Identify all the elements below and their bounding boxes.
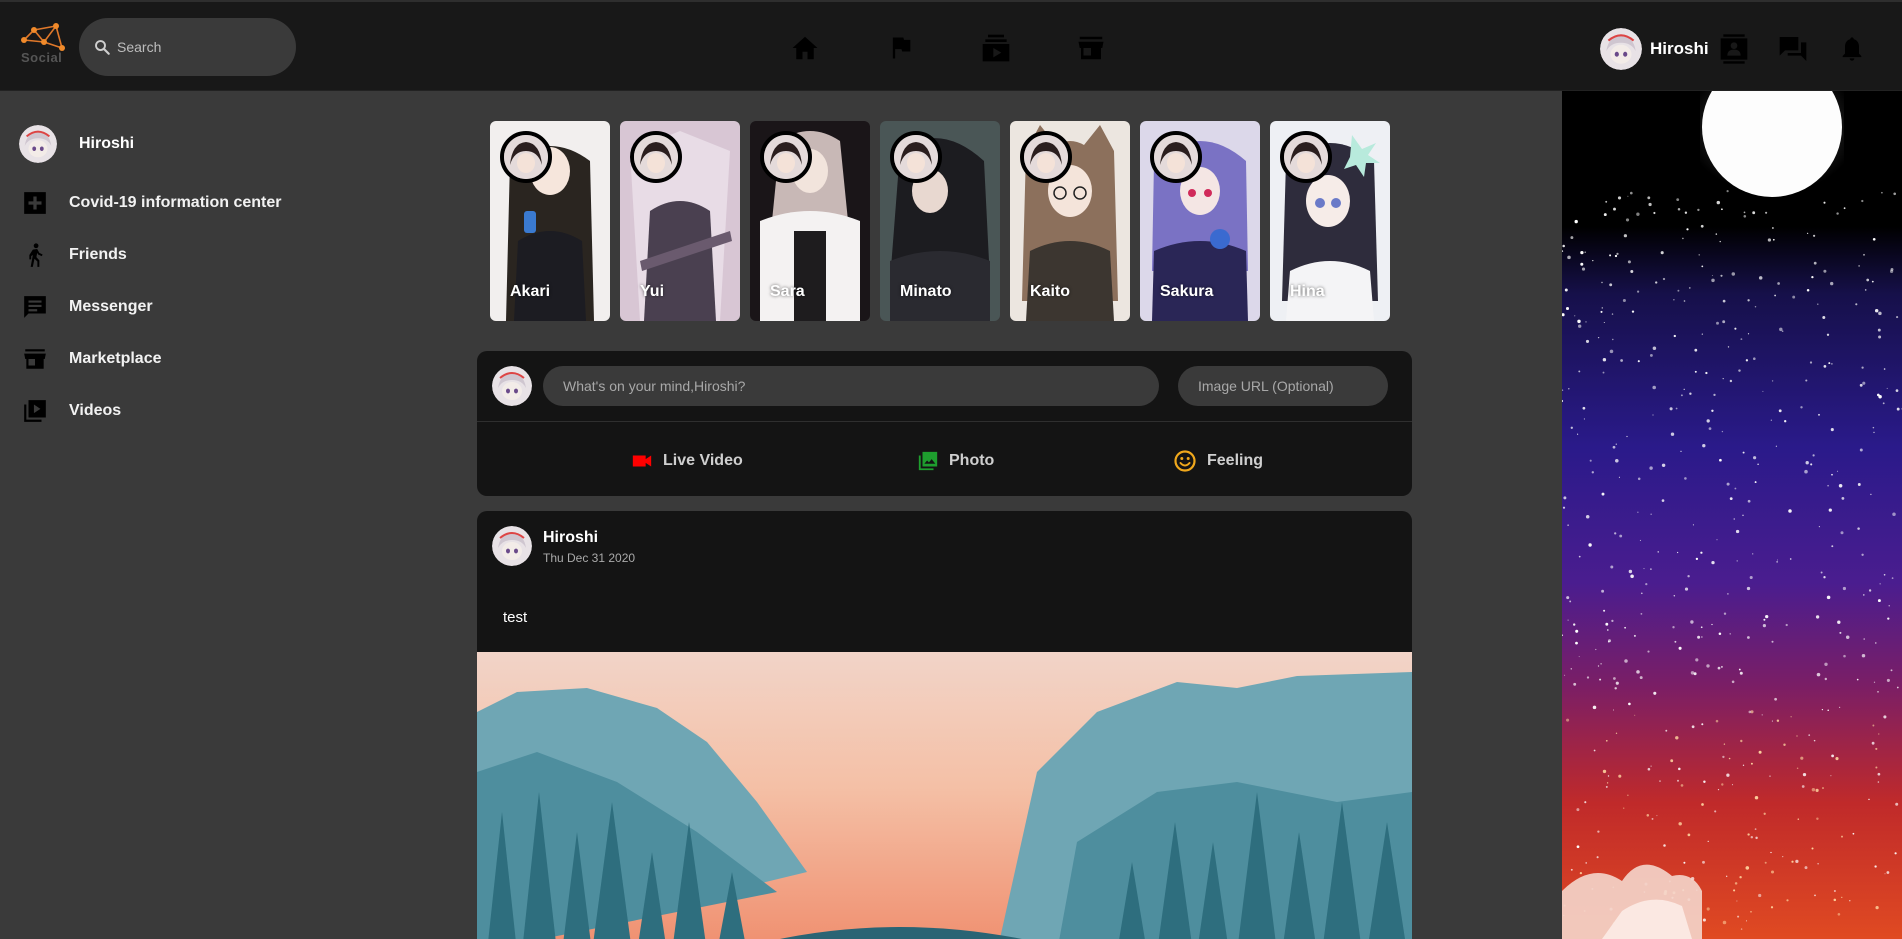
story-card[interactable]: Kaito <box>1010 121 1130 321</box>
storefront-icon <box>21 345 49 373</box>
post-text-input[interactable] <box>543 366 1159 406</box>
story-avatar <box>890 131 942 183</box>
chat-icon <box>1779 37 1807 61</box>
sidebar-item-videos[interactable]: Videos <box>21 396 121 426</box>
avatar <box>1600 28 1642 70</box>
live-video-label: Live Video <box>663 452 743 469</box>
feeling-label: Feeling <box>1207 452 1264 469</box>
story-name: Hina <box>1290 283 1325 300</box>
top-navbar: Social Search Hiroshi <box>0 0 1902 91</box>
story-card[interactable]: Minato <box>880 121 1000 321</box>
story-card[interactable]: Sakura <box>1140 121 1260 321</box>
night-sky-background <box>1562 91 1902 939</box>
chat-icon <box>21 293 49 321</box>
avatar <box>492 366 532 406</box>
story-name: Kaito <box>1030 283 1070 300</box>
search-icon <box>95 40 110 55</box>
nav-home[interactable] <box>787 30 823 66</box>
sidebar-item-marketplace[interactable]: Marketplace <box>21 344 162 374</box>
notifications-button[interactable] <box>1835 32 1869 66</box>
video-library-icon <box>21 397 49 425</box>
sidebar-item-label: Covid-19 information center <box>69 194 282 211</box>
avatar[interactable] <box>492 526 532 566</box>
clouds-layer <box>1562 864 1702 939</box>
sidebar-item-messenger[interactable]: Messenger <box>21 292 153 322</box>
story-card[interactable]: Hina <box>1270 121 1390 321</box>
sidebar-item-profile[interactable]: Hiroshi <box>19 124 134 164</box>
story-avatar <box>1150 131 1202 183</box>
sidebar-item-label: Marketplace <box>69 350 162 367</box>
story-name: Minato <box>900 283 952 300</box>
divider <box>477 421 1412 422</box>
story-card[interactable]: Akari <box>490 121 610 321</box>
person-walking-icon <box>21 241 49 269</box>
post-image <box>477 652 1412 939</box>
sidebar-item-covid[interactable]: Covid-19 information center <box>21 188 281 218</box>
post-author[interactable]: Hiroshi <box>543 529 598 547</box>
storefront-icon <box>1078 36 1104 60</box>
smiley-icon <box>1174 450 1196 472</box>
post-text: test <box>503 609 528 626</box>
story-card[interactable]: Sara <box>750 121 870 321</box>
flag-icon <box>892 37 911 59</box>
search-input[interactable] <box>117 39 277 55</box>
photo-button[interactable]: Photo <box>917 448 994 474</box>
photo-library-icon <box>918 451 938 471</box>
header-user-name: Hiroshi <box>1650 39 1709 58</box>
feeling-button[interactable]: Feeling <box>1173 448 1263 474</box>
search-bar[interactable] <box>79 18 296 76</box>
bell-icon <box>1842 37 1862 61</box>
sidebar-item-friends[interactable]: Friends <box>21 240 127 270</box>
medical-plus-icon <box>21 189 49 217</box>
nav-pages[interactable] <box>883 30 919 66</box>
post-date: Thu Dec 31 2020 <box>543 551 636 565</box>
nav-watch[interactable] <box>978 30 1014 66</box>
subscriptions-icon <box>982 34 1010 62</box>
home-icon <box>792 36 818 60</box>
sidebar-item-label: Friends <box>69 246 127 263</box>
story-name: Yui <box>640 283 665 300</box>
sidebar-user-name: Hiroshi <box>79 135 135 152</box>
story-avatar <box>1280 131 1332 183</box>
contacts-button[interactable] <box>1717 32 1751 66</box>
photo-label: Photo <box>949 452 995 469</box>
videocam-icon <box>632 455 652 467</box>
live-video-button[interactable]: Live Video <box>631 448 743 474</box>
sidebar-item-label: Videos <box>69 402 122 419</box>
story-avatar <box>500 131 552 183</box>
header-profile[interactable]: Hiroshi <box>1600 28 1709 70</box>
post-composer: Live Video Photo Feeling <box>477 351 1412 496</box>
sidebar-item-label: Messenger <box>69 298 153 315</box>
story-name: Sara <box>770 283 805 300</box>
story-avatar <box>1020 131 1072 183</box>
image-url-input[interactable] <box>1178 366 1388 406</box>
story-avatar <box>760 131 812 183</box>
story-card[interactable]: Yui <box>620 121 740 321</box>
social-logo[interactable]: Social <box>18 20 70 68</box>
story-name: Akari <box>510 283 551 300</box>
nav-marketplace[interactable] <box>1073 30 1109 66</box>
messages-button[interactable] <box>1776 32 1810 66</box>
logo-text: Social <box>21 50 63 65</box>
contact-card-icon <box>1720 34 1748 64</box>
feed-post: Hiroshi Thu Dec 31 2020 test <box>477 511 1412 939</box>
story-avatar <box>630 131 682 183</box>
story-name: Sakura <box>1160 283 1214 300</box>
avatar <box>19 125 57 163</box>
